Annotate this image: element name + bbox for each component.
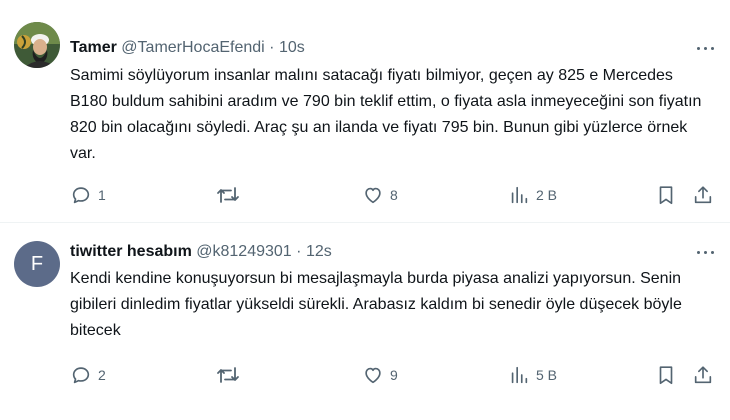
separator-dot: · <box>296 243 302 260</box>
retweet-icon <box>217 187 239 203</box>
bookmark-icon <box>659 366 673 385</box>
retweet-icon <box>217 367 239 383</box>
timestamp[interactable]: 12s <box>306 243 332 260</box>
avatar-letter: F <box>30 253 44 275</box>
more-dot-icon <box>704 251 707 254</box>
reply-icon <box>72 187 90 204</box>
more-options-button[interactable] <box>696 38 716 58</box>
reply-icon <box>72 367 90 384</box>
retweet-button[interactable] <box>216 182 240 208</box>
tweet[interactable]: F tiwitter hesabım @k81249301 · 12s Kend… <box>0 223 730 420</box>
tweet-actions: 1 8 2 B <box>0 182 730 208</box>
bookmark-button[interactable] <box>655 182 677 208</box>
tweet-header: Tamer @TamerHocaEfendi · 10s <box>70 38 305 58</box>
more-dot-icon <box>697 251 700 254</box>
display-name[interactable]: Tamer <box>70 39 117 56</box>
view-count: 5 B <box>536 367 558 383</box>
username[interactable]: @k81249301 <box>196 243 291 260</box>
share-icon <box>694 366 712 384</box>
heart-icon <box>365 187 381 204</box>
tweet-text: Samimi söylüyorum insanlar malını sataca… <box>70 67 702 162</box>
like-button[interactable]: 8 <box>362 182 398 208</box>
reply-count: 1 <box>98 187 106 203</box>
timestamp[interactable]: 10s <box>279 39 305 56</box>
more-dot-icon <box>697 47 700 50</box>
retweet-button[interactable] <box>216 362 240 388</box>
bookmark-icon <box>659 186 673 205</box>
share-icon <box>694 186 712 204</box>
tweet-header: tiwitter hesabım @k81249301 · 12s <box>70 242 332 262</box>
tweet-actions: 2 9 5 B <box>0 362 730 388</box>
view-count: 2 B <box>536 187 558 203</box>
display-name[interactable]: tiwitter hesabım <box>70 243 192 260</box>
like-count: 8 <box>390 187 398 203</box>
more-dot-icon <box>711 47 714 50</box>
more-options-button[interactable] <box>696 242 716 262</box>
reply-button[interactable]: 2 <box>70 362 106 388</box>
avatar[interactable] <box>14 22 60 68</box>
analytics-icon <box>511 366 528 384</box>
share-button[interactable] <box>692 182 714 208</box>
views-button[interactable]: 2 B <box>508 182 557 208</box>
reply-button[interactable]: 1 <box>70 182 106 208</box>
profile-photo-icon <box>14 22 60 68</box>
like-button[interactable]: 9 <box>362 362 398 388</box>
separator-dot: · <box>269 39 275 56</box>
like-count: 9 <box>390 367 398 383</box>
username[interactable]: @TamerHocaEfendi <box>121 39 264 56</box>
heart-icon <box>365 367 381 384</box>
bookmark-button[interactable] <box>655 362 677 388</box>
tweet[interactable]: Tamer @TamerHocaEfendi · 10s Samimi söyl… <box>0 0 730 222</box>
tweet-text: Kendi kendine konuşuyorsun bi mesajlaşma… <box>70 270 682 339</box>
analytics-icon <box>511 186 528 204</box>
more-dot-icon <box>704 47 707 50</box>
reply-count: 2 <box>98 367 106 383</box>
views-button[interactable]: 5 B <box>508 362 557 388</box>
avatar[interactable]: F <box>14 241 60 287</box>
more-dot-icon <box>711 251 714 254</box>
share-button[interactable] <box>692 362 714 388</box>
